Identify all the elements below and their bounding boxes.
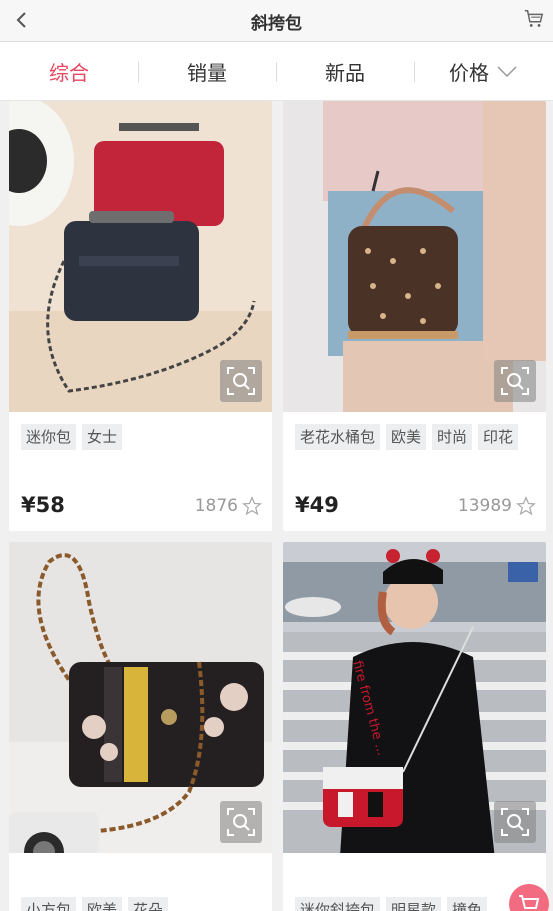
tag[interactable]: 欧美 [82, 897, 123, 911]
tab-label: 综合 [49, 61, 89, 85]
tag[interactable]: 欧美 [386, 424, 427, 450]
favorite-count: 1876 [194, 496, 238, 516]
star-icon[interactable] [242, 496, 262, 516]
tag-list: 小方包 欧美 花朵 [21, 897, 169, 911]
tag[interactable]: 撞色 [447, 897, 488, 911]
cart-icon [519, 895, 540, 909]
product-card[interactable]: 小方包 欧美 花朵 [9, 542, 272, 911]
product-grid: 迷你包 女士 ¥58 1876 老花水桶包 欧美 时尚 印花 ¥49 13989… [0, 101, 553, 911]
tab-comprehensive[interactable]: 综合 [0, 42, 138, 101]
top-bar: 斜挎包 [0, 0, 553, 42]
floating-cart-button[interactable] [509, 884, 549, 911]
tag[interactable]: 女士 [82, 424, 123, 450]
product-image[interactable]: fire from the ... [283, 542, 546, 853]
tag-list: 迷你斜挎包 明星款 撞色 [295, 897, 488, 911]
chevron-down-icon [497, 65, 517, 77]
tab-label: 销量 [187, 61, 227, 85]
tag[interactable]: 印花 [478, 424, 519, 450]
tag[interactable]: 迷你包 [21, 424, 77, 450]
tag[interactable]: 花朵 [128, 897, 169, 911]
favorite-count: 13989 [457, 496, 512, 516]
sort-tabs: 综合 销量 新品 价格 [0, 42, 553, 101]
tag-list: 迷你包 女士 [21, 424, 123, 450]
tab-price[interactable]: 价格 [414, 42, 552, 101]
image-search-icon[interactable] [220, 801, 262, 843]
tag-list: 老花水桶包 欧美 时尚 印花 [295, 424, 519, 450]
cart-icon[interactable] [523, 8, 545, 30]
product-card[interactable]: 迷你包 女士 ¥58 1876 [9, 101, 272, 531]
image-search-icon[interactable] [220, 360, 262, 402]
tag[interactable]: 时尚 [432, 424, 473, 450]
tab-new[interactable]: 新品 [276, 42, 414, 101]
tag[interactable]: 明星款 [386, 897, 442, 911]
price: ¥49 [295, 493, 339, 517]
product-card[interactable]: 老花水桶包 欧美 时尚 印花 ¥49 13989 [283, 101, 546, 531]
tab-sales[interactable]: 销量 [138, 42, 276, 101]
tab-label: 新品 [325, 61, 365, 85]
page-title: 斜挎包 [251, 14, 302, 34]
price: ¥58 [21, 493, 65, 517]
tab-label: 价格 [449, 61, 489, 85]
image-search-icon[interactable] [494, 801, 536, 843]
tag[interactable]: 小方包 [21, 897, 77, 911]
star-icon[interactable] [516, 496, 536, 516]
tag[interactable]: 老花水桶包 [295, 424, 381, 450]
product-image[interactable] [9, 542, 272, 853]
product-image[interactable] [9, 101, 272, 412]
product-card[interactable]: fire from the ... 迷你斜挎包 明星款 撞色 [283, 542, 546, 911]
tag[interactable]: 迷你斜挎包 [295, 897, 381, 911]
image-search-icon[interactable] [494, 360, 536, 402]
product-image[interactable] [283, 101, 546, 412]
